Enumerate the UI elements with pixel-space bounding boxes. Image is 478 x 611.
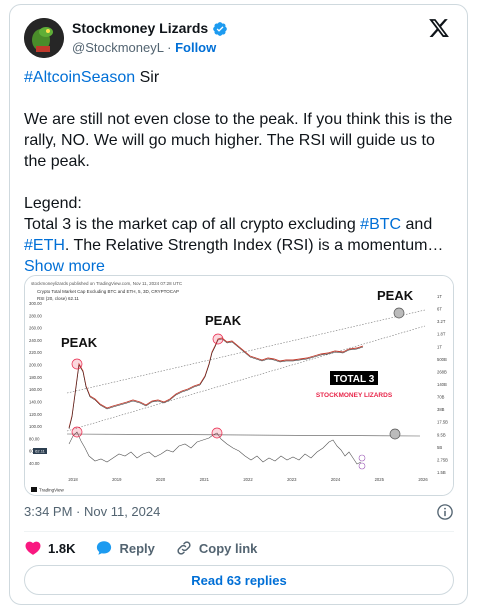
btc-hashtag-link[interactable]: #BTC [360, 216, 401, 233]
chart-series-label: Crypto Total Market Cap Excluding BTC an… [37, 289, 179, 294]
legend-heading: Legend: [24, 195, 82, 212]
right-y-tick-label: 1.8T [437, 332, 446, 337]
rsi-marker-3 [389, 428, 401, 440]
x-tick-label: 2026 [418, 477, 428, 482]
right-y-tick-label: 140B [437, 382, 447, 387]
right-y-tick-label: 1T [437, 294, 442, 299]
x-tick-label: 2022 [243, 477, 253, 482]
handle-separator: · [167, 40, 172, 55]
tweet-card: Stockmoney Lizards @StockmoneyL · Follow… [9, 4, 468, 605]
right-y-tick-label: 2.75B [437, 457, 448, 462]
show-more-link[interactable]: Show more [24, 258, 105, 275]
x-tick-label: 2021 [200, 477, 210, 482]
copy-link-label: Copy link [198, 540, 258, 556]
x-tick-label: 2024 [331, 477, 341, 482]
action-bar: 1.8K Reply Copy link [24, 537, 257, 559]
hashtag-link[interactable]: #AltcoinSeason [24, 69, 135, 86]
x-logo-icon[interactable] [428, 17, 450, 39]
hashtag-suffix: Sir [135, 69, 160, 86]
x-tick-label: 2018 [68, 477, 78, 482]
right-y-tick-label: 268B [437, 369, 447, 374]
peak-marker-1 [71, 358, 83, 370]
copy-link-button[interactable]: Copy link [175, 539, 258, 557]
right-y-tick-label: 17.5B [437, 420, 448, 425]
left-y-tick-label: 260.00 [29, 326, 42, 331]
right-y-tick-label: 70B [437, 395, 445, 400]
peak-marker-2 [212, 333, 224, 345]
right-y-tick-label: 38B [437, 407, 445, 412]
left-y-tick-label: 80.00 [29, 436, 40, 441]
reply-label: Reply [119, 540, 155, 556]
legend-text-3: . The Relative Strength Index (RSI) is a… [64, 237, 444, 254]
chart-image[interactable]: stockmoneylizards published on TradingVi… [24, 275, 454, 496]
author-name[interactable]: Stockmoney Lizards [72, 20, 208, 37]
right-y-tick-label: 500B [437, 357, 447, 362]
chart-source-label: stockmoneylizards published on TradingVi… [31, 281, 183, 286]
left-y-tick-label: 240.00 [29, 338, 42, 343]
chart-rsi-label: RSI (20, close) 62.11 [37, 296, 79, 301]
right-y-tick-label: 6T [437, 307, 442, 312]
left-y-tick-label: 100.00 [29, 424, 42, 429]
peak-marker-3 [393, 307, 405, 319]
x-tick-label: 2019 [112, 477, 122, 482]
eth-hashtag-link[interactable]: #ETH [24, 237, 65, 254]
chart-svg: stockmoneylizards published on TradingVi… [25, 276, 453, 495]
left-y-tick-label: 120.00 [29, 412, 42, 417]
avatar[interactable] [24, 18, 64, 58]
x-tick-label: 2020 [156, 477, 166, 482]
x-tick-label: 2025 [375, 477, 385, 482]
tradingview-label: TradingView [39, 488, 65, 493]
reply-icon [97, 541, 112, 555]
total3-label: TOTAL 3 [334, 374, 375, 385]
heart-icon [25, 541, 41, 555]
divider [24, 531, 454, 532]
right-y-tick-label: 5B [437, 445, 442, 450]
verified-badge-icon [213, 21, 227, 36]
x-tick-label: 2023 [287, 477, 297, 482]
peak-label-1: PEAK [61, 335, 98, 350]
left-y-tick-label: 280.00 [29, 313, 42, 318]
tweet-paragraph: We are still not even close to the peak.… [24, 111, 453, 170]
left-y-tick-label: 140.00 [29, 399, 42, 404]
brand-label: STOCKMONEY LIZARDS [316, 392, 393, 399]
left-y-tick-label: 220.00 [29, 350, 42, 355]
reply-button[interactable]: Reply [95, 539, 155, 557]
legend-text-2: and [401, 216, 433, 233]
author-handle[interactable]: @StockmoneyL [72, 40, 163, 55]
read-replies-label: Read 63 replies [191, 572, 287, 588]
like-count: 1.8K [48, 540, 76, 556]
link-icon [177, 541, 191, 555]
tradingview-icon [31, 487, 37, 492]
left-y-tick-label: 180.00 [29, 375, 42, 380]
left-y-tick-label: 300.00 [29, 301, 42, 306]
read-replies-button[interactable]: Read 63 replies [24, 565, 454, 595]
tweet-body: #AltcoinSeason Sir We are still not even… [24, 67, 454, 277]
right-y-tick-label: 3.2T [437, 319, 446, 324]
rsi-marker-2 [211, 427, 223, 439]
follow-button[interactable]: Follow [175, 40, 216, 55]
like-button[interactable]: 1.8K [24, 539, 75, 557]
tweet-header: Stockmoney Lizards @StockmoneyL · Follow [24, 15, 454, 61]
left-y-tick-label: 200.00 [29, 363, 42, 368]
author-block: Stockmoney Lizards @StockmoneyL · Follow [72, 20, 228, 57]
tweet-timestamp[interactable]: 3:34 PM · Nov 11, 2024 [24, 504, 160, 520]
peak-label-2: PEAK [205, 313, 242, 328]
legend-text: Total 3 is the market cap of all crypto … [24, 214, 454, 277]
rsi-value-text: 62.11 [35, 449, 45, 454]
rsi-marker-1 [71, 426, 83, 438]
left-y-tick-label: 160.00 [29, 387, 42, 392]
legend-text-1: Total 3 is the market cap of all crypto … [24, 216, 361, 233]
peak-label-3: PEAK [377, 288, 414, 303]
right-y-tick-label: 9.5B [437, 432, 446, 437]
right-y-tick-label: 1.5B [437, 470, 446, 475]
info-icon[interactable] [436, 503, 454, 521]
left-y-tick-label: 40.00 [29, 461, 40, 466]
right-y-tick-label: 1T [437, 344, 442, 349]
